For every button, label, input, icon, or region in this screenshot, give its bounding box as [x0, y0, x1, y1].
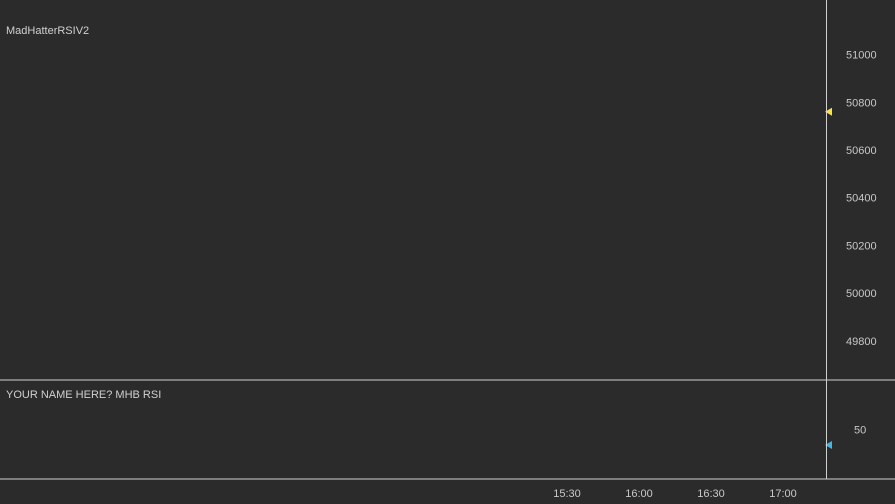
axes: 49800 50000 50200 50400 50600 50800 51000 50 15:…	[0, 0, 895, 504]
price-tick-label: 50800	[846, 97, 877, 109]
time-tick-label: 16:00	[625, 488, 653, 500]
chart-background	[0, 0, 895, 504]
rsi-chart-title: YOUR NAME HERE? MHB RSI	[6, 389, 161, 401]
price-tick-label: 50600	[846, 145, 877, 157]
price-tick-label: 50400	[846, 193, 877, 205]
price-tick-label: 50000	[846, 288, 877, 300]
time-tick-label: 17:00	[769, 488, 797, 500]
rsi-tick-label: 50	[854, 425, 866, 437]
price-tick-label: 51000	[846, 50, 877, 62]
price-tick-label: 49800	[846, 336, 877, 348]
price-chart-title: MadHatterRSIV2	[6, 25, 89, 37]
time-tick-label: 15:30	[553, 488, 581, 500]
time-tick-label: 16:30	[697, 488, 725, 500]
price-tick-label: 50200	[846, 240, 877, 252]
trading-chart[interactable]: 51046.0049680.00 49800500005020050400506…	[0, 0, 895, 504]
